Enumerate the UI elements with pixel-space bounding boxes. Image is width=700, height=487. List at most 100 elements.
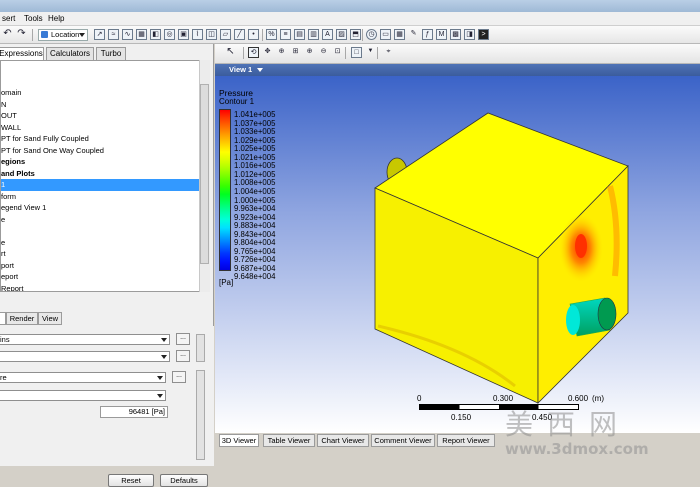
min-value-field[interactable]: 96481 [Pa] (100, 406, 168, 418)
streamline-icon[interactable]: ≈ (108, 29, 119, 40)
probe-icon[interactable]: ✎ (408, 29, 419, 40)
tab-expressions[interactable]: Expressions (0, 47, 44, 60)
image-icon[interactable]: ▨ (336, 29, 347, 40)
point-icon[interactable]: • (248, 29, 259, 40)
scale-label-300: 0.300 (493, 394, 514, 403)
tab-report-viewer[interactable]: Report Viewer (437, 434, 495, 447)
macro-calculator-icon[interactable]: M (436, 29, 447, 40)
toolbar-separator (32, 29, 33, 41)
tree-item[interactable] (1, 225, 199, 237)
tab-calculators[interactable]: Calculators (46, 47, 94, 60)
tree-item[interactable]: WALL (1, 122, 199, 134)
vector-icon[interactable]: ↗ (94, 29, 105, 40)
tab-turbo[interactable]: Turbo (96, 47, 126, 60)
zoom-icon[interactable]: ⊕ (276, 47, 287, 58)
menu-help[interactable]: Help (48, 14, 64, 23)
details-scrollbar-lower[interactable] (196, 370, 205, 460)
contour-icon[interactable]: ◎ (164, 29, 175, 40)
select-cursor-icon[interactable]: ↖ (225, 47, 236, 58)
tab-3d-viewer[interactable]: 3D Viewer (219, 434, 259, 447)
tree-item[interactable]: PT for Sand Fully Coupled (1, 133, 199, 145)
tree-item[interactable]: N (1, 99, 199, 111)
main-toolbar: ↶ ↷ Location ↗ ≈ ∿ ▦ ◧ ◎ ▣ ⌇ ◫ ▱ ╱ • % ≡… (0, 26, 700, 44)
isosurface-icon[interactable]: ◧ (150, 29, 161, 40)
variable-browse-button[interactable]: ... (172, 371, 186, 383)
location-button[interactable]: Location (38, 29, 88, 41)
mesh-calculator-icon[interactable]: ▩ (450, 29, 461, 40)
tab-table-viewer[interactable]: Table Viewer (263, 434, 315, 447)
quick-editor-icon[interactable]: ▦ (394, 29, 405, 40)
model-render (374, 112, 629, 404)
chevron-down-icon[interactable] (257, 68, 263, 72)
tree-item[interactable]: OUT (1, 110, 199, 122)
zoom-in-icon[interactable]: ⊕ (304, 47, 315, 58)
tree-item[interactable]: e (1, 237, 199, 249)
tree-item[interactable]: and Plots (1, 168, 199, 180)
command-editor-icon[interactable]: > (478, 29, 489, 40)
tree-item[interactable]: 1 (1, 179, 199, 191)
volume-rendering-icon[interactable]: ▦ (136, 29, 147, 40)
tree-item[interactable]: port (1, 260, 199, 272)
expression-icon[interactable]: ≡ (280, 29, 291, 40)
tree-item[interactable]: egend View 1 (1, 202, 199, 214)
tree-item[interactable]: eport (1, 271, 199, 283)
chart-icon[interactable]: ▥ (308, 29, 319, 40)
redo-icon[interactable]: ↷ (16, 29, 27, 40)
domains-select[interactable]: ins (0, 334, 170, 345)
tree-item[interactable]: PT for Sand One Way Coupled (1, 145, 199, 157)
movie-icon[interactable]: ▭ (380, 29, 391, 40)
clip-plane-icon[interactable]: ⬒ (350, 29, 361, 40)
percent-icon[interactable]: % (266, 29, 277, 40)
view-selector[interactable]: View 1 (229, 65, 252, 74)
tree-item[interactable]: egions (1, 156, 199, 168)
tree-item[interactable]: rt (1, 248, 199, 260)
fit-view-icon[interactable]: ⊡ (332, 47, 343, 58)
tree-item[interactable]: e (1, 214, 199, 226)
domains-browse-button[interactable]: ... (176, 333, 190, 345)
probe-point-icon[interactable]: ⌖ (383, 47, 394, 58)
range-select[interactable] (0, 390, 166, 401)
table-icon[interactable]: ▤ (294, 29, 305, 40)
plane-icon[interactable]: ▱ (220, 29, 231, 40)
toolbar-separator (362, 29, 363, 41)
tree-item[interactable]: Report (1, 283, 199, 292)
case-comparison-icon[interactable]: ◨ (464, 29, 475, 40)
volume-icon[interactable]: ▣ (178, 29, 189, 40)
variable-select[interactable]: re (0, 372, 166, 383)
tab-comment-viewer[interactable]: Comment Viewer (371, 434, 435, 447)
view-header: View 1 (215, 64, 700, 76)
outlet-pipe-base (566, 305, 580, 335)
menu-tools[interactable]: Tools (24, 14, 43, 23)
outline-panel: Expressions Calculators Turbo omain N OUT W… (0, 44, 214, 487)
locations-browse-button[interactable]: ... (176, 350, 190, 362)
undo-icon[interactable]: ↶ (2, 29, 13, 40)
zoom-out-icon[interactable]: ⊖ (318, 47, 329, 58)
rotate-icon[interactable]: ⟲ (248, 47, 259, 58)
scale-label-150: 0.150 (451, 413, 472, 422)
details-panel: ins ... ... re ... 96481 [Pa] Reset Defa… (0, 326, 214, 487)
particle-track-icon[interactable]: ∿ (122, 29, 133, 40)
details-scrollbar[interactable] (196, 334, 205, 362)
tree-item[interactable]: omain (1, 87, 199, 99)
line-icon[interactable]: ╱ (234, 29, 245, 40)
tree-scrollbar-thumb[interactable] (200, 84, 209, 264)
viewport-layout-icon[interactable]: □ (351, 47, 362, 58)
defaults-button[interactable]: Defaults (160, 474, 208, 487)
polyline-icon[interactable]: ⌇ (192, 29, 203, 40)
surface-icon[interactable]: ◫ (206, 29, 217, 40)
3d-viewport[interactable]: Pressure Contour 1 1.041e+005 1.037e+005 1… (215, 76, 700, 433)
zoom-box-icon[interactable]: ⊞ (290, 47, 301, 58)
locations-select[interactable] (0, 351, 170, 362)
tab-render[interactable]: Render (6, 312, 38, 325)
tree-item[interactable]: form (1, 191, 199, 203)
tab-chart-viewer[interactable]: Chart Viewer (317, 434, 369, 447)
menu-insert[interactable]: sert (2, 14, 15, 23)
clock-icon[interactable]: ◷ (366, 29, 377, 40)
tab-view[interactable]: View (38, 312, 62, 325)
pan-icon[interactable]: ✥ (262, 47, 273, 58)
text-icon[interactable]: A (322, 29, 333, 40)
scale-label-0: 0 (417, 394, 422, 403)
function-calculator-icon[interactable]: ƒ (422, 29, 433, 40)
reset-button[interactable]: Reset (108, 474, 154, 487)
chevron-down-icon[interactable]: ▼ (365, 47, 376, 58)
